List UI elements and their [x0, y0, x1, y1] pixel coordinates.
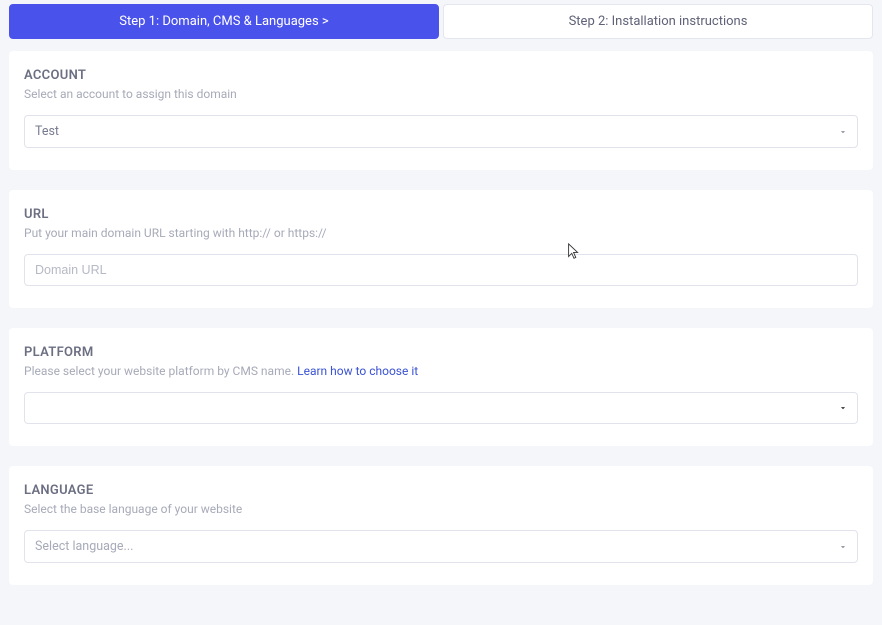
account-select[interactable]: Test [24, 115, 858, 148]
section-platform: PLATFORM Please select your website plat… [9, 328, 873, 446]
account-select-value: Test [35, 124, 59, 139]
tab-step-1-label: Step 1: Domain, CMS & Languages > [119, 14, 328, 29]
platform-learn-link[interactable]: Learn how to choose it [297, 364, 418, 378]
language-title: LANGUAGE [24, 483, 858, 498]
tab-step-2-label: Step 2: Installation instructions [569, 14, 748, 29]
tab-step-1[interactable]: Step 1: Domain, CMS & Languages > [9, 4, 439, 39]
url-subtitle: Put your main domain URL starting with h… [24, 226, 858, 240]
account-subtitle: Select an account to assign this domain [24, 87, 858, 101]
platform-subtitle: Please select your website platform by C… [24, 364, 858, 378]
step-tabs: Step 1: Domain, CMS & Languages > Step 2… [9, 4, 873, 39]
section-url: URL Put your main domain URL starting wi… [9, 190, 873, 308]
section-language: LANGUAGE Select the base language of you… [9, 466, 873, 585]
platform-subtitle-text: Please select your website platform by C… [24, 364, 297, 378]
url-title: URL [24, 207, 858, 222]
platform-select[interactable] [24, 392, 858, 424]
section-account: ACCOUNT Select an account to assign this… [9, 51, 873, 170]
language-subtitle: Select the base language of your website [24, 502, 858, 516]
account-title: ACCOUNT [24, 68, 858, 83]
domain-url-input[interactable] [24, 254, 858, 286]
language-select[interactable]: Select language... [24, 530, 858, 563]
tab-step-2[interactable]: Step 2: Installation instructions [443, 4, 873, 39]
platform-title: PLATFORM [24, 345, 858, 360]
language-select-value: Select language... [35, 539, 133, 554]
